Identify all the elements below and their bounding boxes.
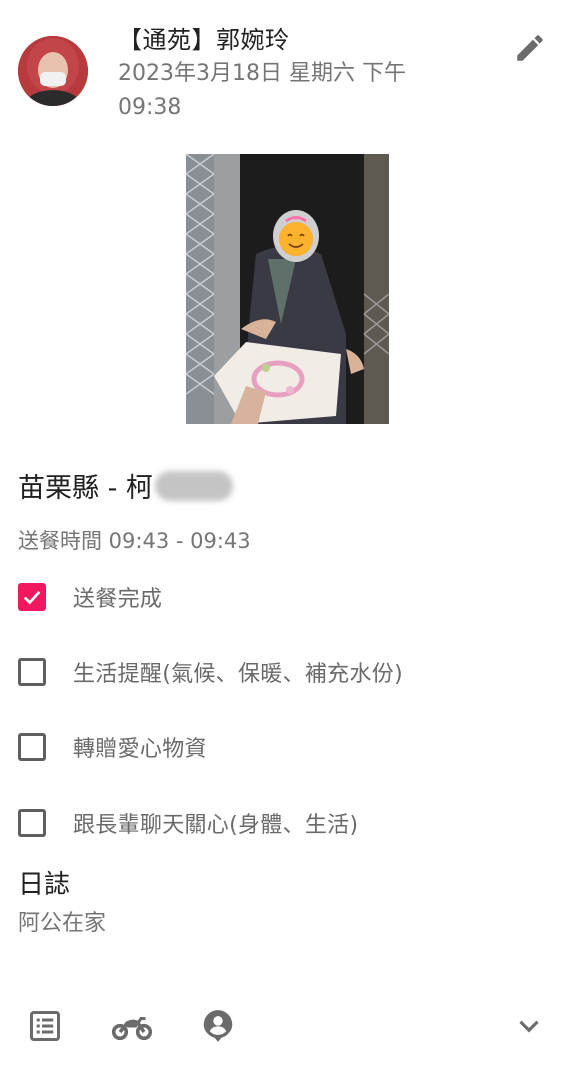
checkbox-unchecked[interactable] — [18, 809, 46, 837]
post-timestamp: 2023年3月18日 星期六 下午09:38 — [118, 61, 406, 120]
author-avatar — [18, 36, 88, 106]
pencil-icon — [517, 35, 543, 61]
checklist-item-life-reminder[interactable]: 生活提醒(氣候、保暖、補充水份) — [18, 656, 403, 688]
redacted-name — [154, 470, 233, 501]
checklist-item-meal-delivered[interactable]: 送餐完成 — [18, 581, 162, 613]
list-icon — [30, 1011, 60, 1041]
checklist-label: 轉贈愛心物資 — [73, 737, 207, 762]
chevron-down-icon — [519, 1020, 539, 1033]
person-location-button[interactable] — [196, 1004, 240, 1048]
delivery-photo[interactable] — [186, 154, 389, 424]
checklist-label: 生活提醒(氣候、保暖、補充水份) — [73, 662, 403, 687]
expand-button[interactable] — [507, 1004, 551, 1048]
log-title: 日誌 — [18, 870, 71, 900]
motorcycle-icon — [111, 1017, 153, 1041]
checklist-item-donation[interactable]: 轉贈愛心物資 — [18, 731, 207, 763]
list-button[interactable] — [23, 1004, 67, 1048]
checkbox-unchecked[interactable] — [18, 733, 46, 761]
location-title: 苗栗縣 - 柯 — [18, 466, 233, 505]
checklist-label: 送餐完成 — [73, 587, 163, 612]
delivery-time: 送餐時間 09:43 - 09:43 — [18, 529, 251, 553]
location-text: 苗栗縣 - 柯 — [18, 473, 153, 504]
checkbox-unchecked[interactable] — [18, 658, 46, 686]
author-name: 【通苑】郭婉玲 — [118, 26, 290, 54]
check-icon — [23, 591, 41, 605]
checklist-label: 跟長輩聊天關心(身體、生活) — [73, 813, 359, 838]
person-pin-icon — [203, 1010, 233, 1042]
checkbox-checked[interactable] — [18, 583, 46, 611]
log-text: 阿公在家 — [18, 911, 107, 936]
checklist-item-chat-care[interactable]: 跟長輩聊天關心(身體、生活) — [18, 807, 358, 839]
transport-button[interactable] — [110, 1004, 154, 1048]
edit-button[interactable] — [510, 28, 550, 68]
